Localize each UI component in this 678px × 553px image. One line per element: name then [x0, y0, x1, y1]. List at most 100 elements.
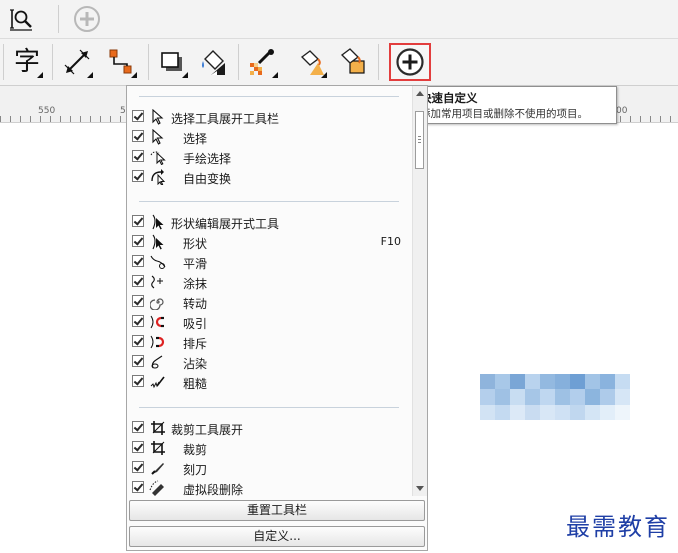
group-label: 裁剪工具展开: [171, 423, 244, 437]
group-separator: [139, 96, 399, 97]
toolbar-separator: [58, 5, 59, 33]
quick-customize-tooltip: 快速自定义 添加常用项目或删除不使用的项目。: [413, 86, 617, 124]
item-label: 裁剪: [183, 443, 208, 457]
checkbox[interactable]: [132, 461, 144, 473]
checkbox[interactable]: [132, 481, 144, 493]
crop-icon: [149, 419, 167, 437]
checkbox[interactable]: [132, 441, 144, 453]
plus-circle-icon: [74, 6, 100, 32]
smear-icon: [149, 273, 167, 291]
watermark: 最需教育: [566, 513, 670, 541]
checkbox[interactable]: [132, 170, 144, 182]
scroll-up-icon[interactable]: [416, 91, 424, 96]
shortcut-label: F10: [380, 235, 401, 248]
zoom-icon: [10, 9, 32, 31]
list-item-smooth[interactable]: 平滑: [127, 252, 411, 272]
scroll-thumb[interactable]: [415, 111, 424, 169]
item-label: 虚拟段删除: [183, 483, 244, 496]
knife-icon: [149, 459, 167, 477]
list-item-crop[interactable]: 裁剪: [127, 438, 411, 458]
list-item-attract[interactable]: 吸引: [127, 312, 411, 332]
connector-tool-button[interactable]: [104, 45, 138, 79]
tooltip-description: 添加常用项目或删除不使用的项目。: [420, 108, 588, 120]
checkbox[interactable]: [132, 130, 144, 142]
group-header-pick-tools[interactable]: 选择工具展开工具栏: [127, 107, 411, 127]
list-item-smear[interactable]: 涂抹: [127, 272, 411, 292]
list-item-pick[interactable]: 选择: [127, 127, 411, 147]
item-label: 沾染: [183, 357, 208, 371]
dimension-tool-button[interactable]: [60, 45, 94, 79]
checkbox[interactable]: [132, 255, 144, 267]
roughen-icon: [149, 373, 167, 391]
repel-icon: [149, 333, 167, 351]
smooth-icon: [149, 253, 167, 271]
list-item-repel[interactable]: 排斥: [127, 332, 411, 352]
smart-fill-tool-button[interactable]: [336, 45, 370, 79]
checkbox[interactable]: [132, 355, 144, 367]
zoom-tool-button[interactable]: [8, 6, 34, 32]
list-item-freehand-pick[interactable]: 手绘选择: [127, 147, 411, 167]
list-item-roughen[interactable]: 粗糙: [127, 372, 411, 392]
scroll-down-icon[interactable]: [416, 486, 424, 491]
list-item-free-transform[interactable]: 自由变换: [127, 167, 411, 187]
tool-list: 选择工具展开工具栏 选择 手绘选择 自由变换 形状编辑展开式工具 形状 F10 …: [127, 86, 411, 496]
ruler-label: 00: [616, 106, 628, 116]
item-label: 转动: [183, 297, 208, 311]
twirl-icon: [149, 293, 167, 311]
flyout-arrow-icon: [131, 72, 137, 78]
transparency-icon: [202, 50, 225, 75]
checkbox[interactable]: [132, 275, 144, 287]
toolbar-separator: [3, 44, 4, 80]
drop-shadow-tool-button[interactable]: [155, 45, 189, 79]
flyout-arrow-icon: [321, 72, 327, 78]
attract-icon: [149, 313, 167, 331]
item-label: 自由变换: [183, 172, 232, 186]
top-toolbar: [0, 0, 678, 39]
ruler-label: 550: [38, 106, 56, 116]
checkbox[interactable]: [132, 335, 144, 347]
item-label: 平滑: [183, 257, 208, 271]
customize-button[interactable]: 自定义...: [129, 526, 425, 547]
color-eyedropper-tool-button[interactable]: [245, 45, 279, 79]
item-label: 形状: [183, 237, 208, 251]
reset-toolbar-button[interactable]: 重置工具栏: [129, 500, 425, 521]
plus-circle-icon: [396, 48, 424, 76]
flyout-arrow-icon: [272, 72, 278, 78]
group-header-crop-tools[interactable]: 裁剪工具展开: [127, 418, 411, 438]
virtual-segment-delete-icon: [149, 479, 167, 496]
pointer-icon: [149, 128, 167, 146]
interactive-fill-tool-button[interactable]: [294, 45, 328, 79]
list-item-smudge[interactable]: 沾染: [127, 352, 411, 372]
checkbox[interactable]: [132, 315, 144, 327]
checkbox[interactable]: [132, 110, 144, 122]
checkbox[interactable]: [132, 150, 144, 162]
crop-icon: [149, 439, 167, 457]
item-label: 排斥: [183, 337, 208, 351]
checkbox[interactable]: [132, 421, 144, 433]
quick-customize-button[interactable]: [389, 43, 431, 81]
toolbar-separator: [52, 44, 53, 80]
shape-icon: [149, 233, 167, 251]
flyout-arrow-icon: [182, 72, 188, 78]
item-label: 手绘选择: [183, 152, 232, 166]
shape-icon: [149, 213, 167, 231]
group-header-shape-tools[interactable]: 形状编辑展开式工具: [127, 212, 411, 232]
checkbox[interactable]: [132, 375, 144, 387]
list-item-twirl[interactable]: 转动: [127, 292, 411, 312]
list-item-shape[interactable]: 形状 F10: [127, 232, 411, 252]
quick-customize-disabled-button[interactable]: [72, 4, 102, 34]
checkbox[interactable]: [132, 235, 144, 247]
group-label: 选择工具展开工具栏: [171, 112, 280, 126]
tooltip-title: 快速自定义: [420, 91, 478, 105]
toolbox-row: 字: [0, 39, 678, 86]
blurred-region: [480, 374, 630, 420]
item-label: 吸引: [183, 317, 208, 331]
checkbox[interactable]: [132, 295, 144, 307]
checkbox[interactable]: [132, 215, 144, 227]
text-tool-button[interactable]: 字: [10, 45, 44, 79]
group-separator: [139, 407, 399, 408]
transparency-tool-button[interactable]: [195, 45, 229, 79]
list-item-virtual-segment-delete[interactable]: 虚拟段删除: [127, 478, 411, 496]
list-item-knife[interactable]: 刻刀: [127, 458, 411, 478]
vertical-scrollbar[interactable]: [412, 86, 427, 496]
